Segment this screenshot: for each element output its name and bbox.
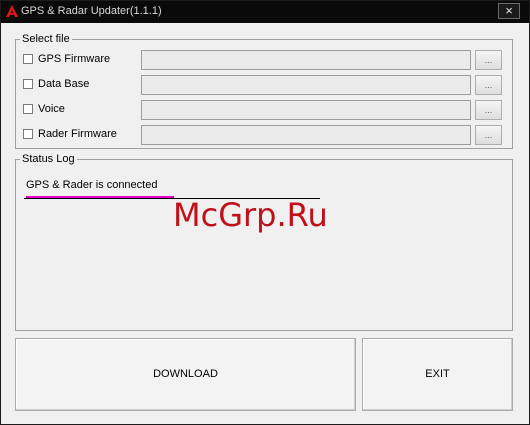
- rader-firmware-label: Rader Firmware: [38, 128, 117, 140]
- watermark-text: McGrp.Ru: [173, 196, 328, 234]
- exit-button[interactable]: EXIT: [362, 338, 513, 411]
- rader-firmware-path-field[interactable]: [141, 125, 471, 145]
- data-base-path-field[interactable]: [141, 75, 471, 95]
- gps-firmware-checkbox[interactable]: [23, 54, 33, 64]
- title-bar[interactable]: GPS & Radar Updater(1.1.1) ×: [1, 1, 529, 23]
- rader-firmware-browse-button[interactable]: ...: [475, 125, 502, 145]
- gps-firmware-browse-button[interactable]: ...: [475, 50, 502, 70]
- gps-firmware-label: GPS Firmware: [38, 53, 111, 65]
- main-window: GPS & Radar Updater(1.1.1) × Select file…: [0, 0, 530, 425]
- voice-label: Voice: [38, 103, 65, 115]
- download-button[interactable]: DOWNLOAD: [15, 338, 356, 411]
- window-title: GPS & Radar Updater(1.1.1): [21, 5, 162, 17]
- rader-firmware-checkbox[interactable]: [23, 129, 33, 139]
- close-button[interactable]: ×: [498, 3, 520, 19]
- app-logo-icon: [6, 5, 18, 17]
- data-base-checkbox[interactable]: [23, 79, 33, 89]
- voice-browse-button[interactable]: ...: [475, 100, 502, 120]
- close-icon: ×: [505, 3, 513, 18]
- gps-firmware-path-field[interactable]: [141, 50, 471, 70]
- data-base-label: Data Base: [38, 78, 90, 90]
- data-base-browse-button[interactable]: ...: [475, 75, 502, 95]
- status-log-group: Status Log GPS & Rader is connected: [15, 153, 513, 331]
- voice-checkbox[interactable]: [23, 104, 33, 114]
- status-log-line: GPS & Rader is connected: [26, 179, 158, 191]
- status-log-label: Status Log: [22, 153, 75, 165]
- voice-path-field[interactable]: [141, 100, 471, 120]
- select-file-label: Select file: [22, 33, 70, 45]
